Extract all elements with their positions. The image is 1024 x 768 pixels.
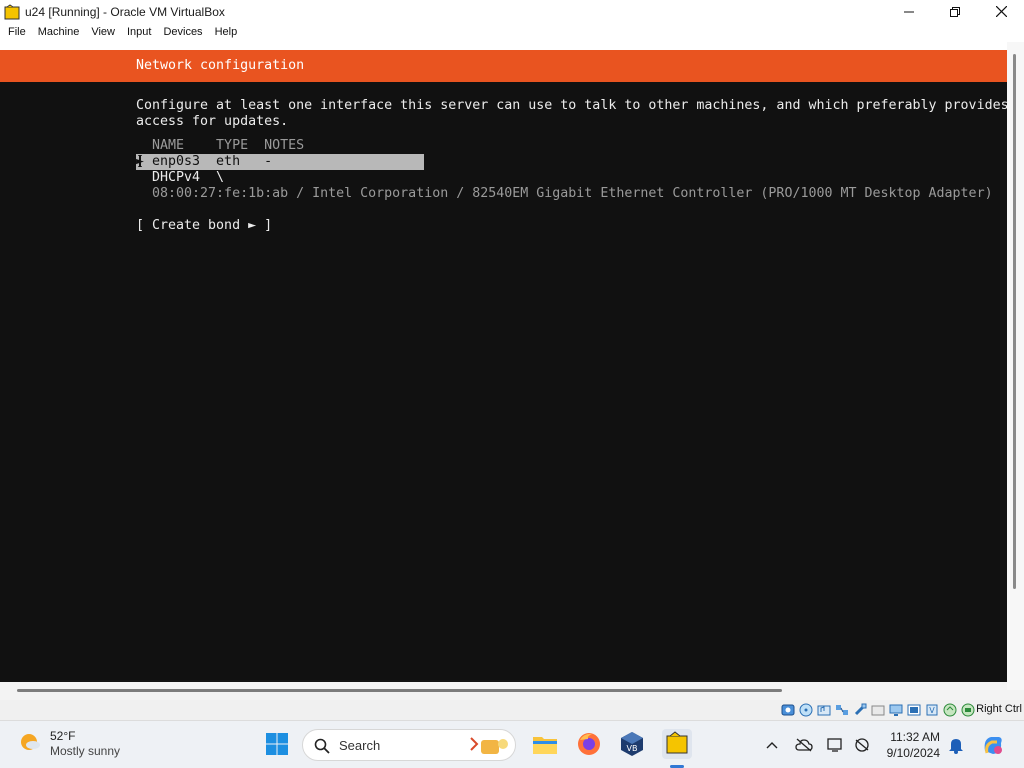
- virtualbox-manager-icon[interactable]: VB: [617, 729, 647, 759]
- file-explorer-icon[interactable]: [530, 729, 560, 759]
- vm-window-taskbar-icon[interactable]: [662, 729, 692, 759]
- weather-description: Mostly sunny: [50, 744, 121, 758]
- weather-widget[interactable]: 52°F Mostly sunny: [18, 729, 120, 759]
- search-highlight-icon: [470, 737, 508, 754]
- menu-file[interactable]: File: [2, 23, 32, 42]
- create-bond-button[interactable]: [ Create bond ► ]: [136, 218, 272, 234]
- optical-drive-icon[interactable]: [797, 702, 814, 718]
- interface-table-header: NAME TYPE NOTES: [136, 138, 305, 153]
- clock-time: 11:32 AM: [890, 730, 940, 744]
- vm-screen[interactable]: Network configuration Configure at least…: [0, 50, 1007, 682]
- network-tray-icon[interactable]: [852, 735, 872, 755]
- menu-input[interactable]: Input: [121, 23, 157, 42]
- system-clock[interactable]: 11:32 AM 9/10/2024: [878, 729, 940, 761]
- network-icon[interactable]: [833, 702, 850, 718]
- weather-temperature: 52°F: [50, 729, 76, 743]
- audio-icon[interactable]: [815, 702, 832, 718]
- cloud-offline-icon[interactable]: [794, 735, 814, 755]
- installer-description-line2: access for updates.: [136, 114, 289, 129]
- keyboard-icon[interactable]: [959, 702, 976, 718]
- installer-header-title: Network configuration: [136, 58, 305, 73]
- sun-icon: [21, 734, 40, 750]
- menu-help[interactable]: Help: [209, 23, 244, 42]
- start-button[interactable]: [262, 729, 292, 759]
- menu-machine[interactable]: Machine: [32, 23, 86, 42]
- interface-row-enp0s3[interactable]: [ enp0s3 eth - ► ]: [136, 154, 424, 170]
- horizontal-scrollbar[interactable]: [0, 682, 1007, 700]
- firefox-icon[interactable]: [574, 729, 604, 759]
- windows-taskbar: 52°F Mostly sunny Search VB 11:32 AM 9/1…: [0, 720, 1024, 768]
- svg-text:VB: VB: [627, 744, 638, 753]
- close-icon[interactable]: [978, 0, 1024, 23]
- usb-icon[interactable]: [851, 702, 868, 718]
- interface-dhcp-status: DHCPv4 \: [136, 170, 225, 185]
- display-icon[interactable]: [887, 702, 904, 718]
- interface-hardware-info: 08:00:27:fe:1b:ab / Intel Corporation / …: [136, 186, 993, 201]
- display-tray-icon[interactable]: [826, 735, 846, 755]
- clock-date: 9/10/2024: [886, 746, 940, 760]
- menu-view[interactable]: View: [85, 23, 121, 42]
- svg-text:V: V: [929, 706, 935, 715]
- host-key-label[interactable]: Right Ctrl: [976, 703, 1022, 715]
- hard-disk-icon[interactable]: [779, 702, 796, 718]
- shared-folder-icon[interactable]: [869, 702, 886, 718]
- horizontal-scrollbar-thumb[interactable]: [17, 689, 782, 692]
- vm-status-bar: V Right Ctrl: [0, 700, 1024, 720]
- interface-row-bracket: ]: [136, 154, 145, 169]
- chevron-up-icon[interactable]: [762, 735, 782, 755]
- mouse-integration-icon[interactable]: [941, 702, 958, 718]
- window-title: u24 [Running] - Oracle VM VirtualBox: [25, 4, 225, 19]
- notification-bell-icon[interactable]: [946, 735, 966, 755]
- vertical-scrollbar-thumb[interactable]: [1013, 54, 1016, 589]
- recording-icon[interactable]: [905, 702, 922, 718]
- vm-display-area: Network configuration Configure at least…: [0, 42, 1024, 690]
- window-titlebar: u24 [Running] - Oracle VM VirtualBox: [0, 0, 1024, 23]
- windows-logo-icon: [266, 733, 288, 755]
- menu-devices[interactable]: Devices: [157, 23, 208, 42]
- search-icon: [314, 738, 330, 754]
- search-label: Search: [339, 738, 381, 753]
- copilot-icon[interactable]: [980, 732, 1006, 758]
- minimize-icon[interactable]: [886, 0, 932, 23]
- vertical-scrollbar[interactable]: [1007, 42, 1024, 690]
- taskbar-search[interactable]: Search: [302, 729, 516, 761]
- cpu-icon[interactable]: V: [923, 702, 940, 718]
- installer-description-line1: Configure at least one interface this se…: [136, 98, 1007, 113]
- virtualbox-app-icon: [4, 3, 20, 19]
- menu-bar: File Machine View Input Devices Help: [0, 23, 1024, 42]
- installer-header-bar: Network configuration: [0, 50, 1007, 82]
- maximize-icon[interactable]: [932, 0, 978, 23]
